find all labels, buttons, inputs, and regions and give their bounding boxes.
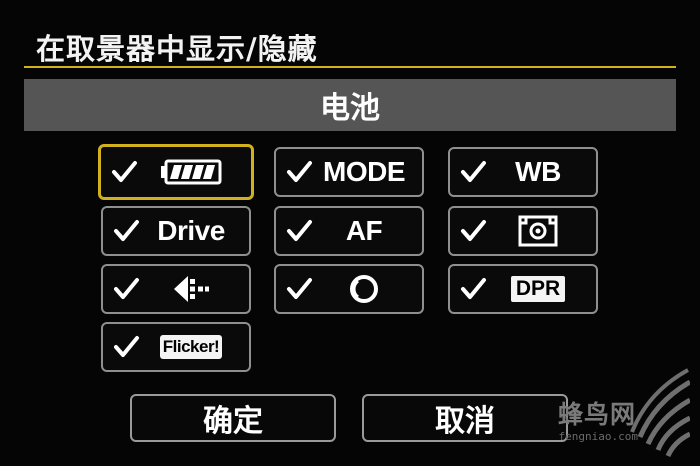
file-format-icon xyxy=(174,276,209,302)
battery-icon xyxy=(161,159,222,185)
mode-label: MODE xyxy=(323,156,406,187)
item-metering[interactable] xyxy=(448,206,598,256)
item-flicker[interactable]: Flicker! xyxy=(101,322,251,372)
checkmark-icon xyxy=(276,208,314,254)
watermark-text: 蜂鸟网 xyxy=(557,400,636,429)
checkmark-icon xyxy=(101,147,139,197)
checkmark-icon xyxy=(450,266,488,312)
item-file-format[interactable] xyxy=(101,264,251,314)
item-battery[interactable] xyxy=(98,144,254,200)
item-wb[interactable]: WB xyxy=(448,147,598,197)
dpr-label: DPR xyxy=(510,276,566,302)
af-label: AF xyxy=(345,215,383,246)
cancel-button[interactable]: 取消 xyxy=(362,394,568,442)
item-flicker-detection[interactable] xyxy=(274,264,424,314)
item-drive[interactable]: Drive xyxy=(101,206,251,256)
flicker-detection-icon xyxy=(350,275,378,303)
checkmark-icon xyxy=(450,149,488,195)
checkmark-icon xyxy=(103,208,141,254)
checkmark-icon xyxy=(450,208,488,254)
item-mode[interactable]: MODE xyxy=(274,147,424,197)
flicker-label: Flicker! xyxy=(159,335,223,359)
checkmark-icon xyxy=(276,266,314,312)
ok-button[interactable]: 确定 xyxy=(130,394,336,442)
page-title: 在取景器中显示/隐藏 xyxy=(36,32,318,66)
checkmark-icon xyxy=(103,266,141,312)
checkmark-icon xyxy=(276,149,314,195)
wb-label: WB xyxy=(515,156,561,187)
watermark-subtext: fengniao.com xyxy=(558,430,638,443)
item-dpr[interactable]: DPR xyxy=(448,264,598,314)
selected-item-label: 电池 xyxy=(24,79,676,131)
checkmark-icon xyxy=(103,324,141,370)
title-divider xyxy=(24,66,676,68)
drive-label: Drive xyxy=(157,215,225,246)
item-af[interactable]: AF xyxy=(274,206,424,256)
metering-icon xyxy=(518,215,558,247)
